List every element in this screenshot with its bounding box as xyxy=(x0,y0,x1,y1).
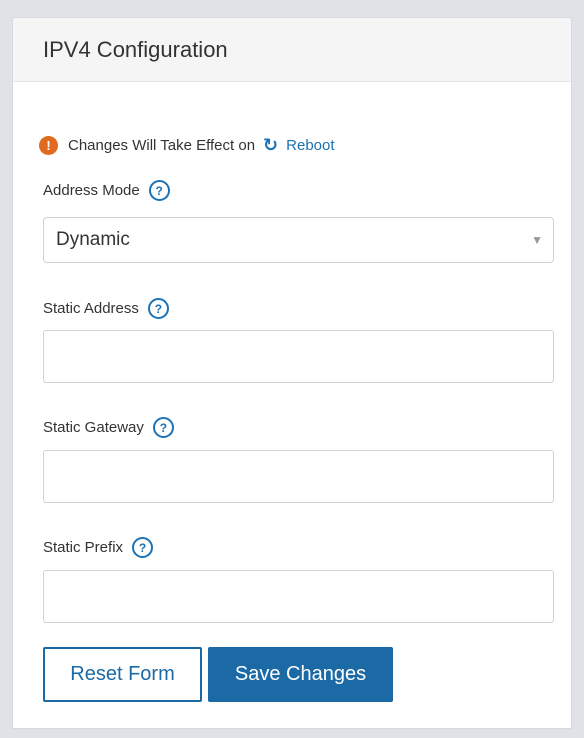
reboot-notice: ! Changes Will Take Effect on ↻ Reboot xyxy=(39,135,335,156)
static-gateway-help-icon[interactable]: ? xyxy=(152,417,174,438)
chevron-down-icon: ▼ xyxy=(531,233,543,247)
address-mode-select[interactable]: Dynamic ▼ xyxy=(43,217,554,263)
warning-icon: ! xyxy=(39,136,58,155)
static-prefix-help-icon[interactable]: ? xyxy=(132,537,154,558)
panel-title: IPV4 Configuration xyxy=(43,36,228,62)
ipv4-config-panel: IPV4 Configuration ! Changes Will Take E… xyxy=(12,17,572,729)
address-mode-value: Dynamic xyxy=(56,229,130,250)
reset-form-button[interactable]: Reset Form xyxy=(43,647,202,702)
static-gateway-label-text: Static Gateway xyxy=(43,419,144,436)
static-prefix-input[interactable] xyxy=(43,570,554,623)
reboot-link[interactable]: Reboot xyxy=(286,137,334,154)
save-changes-button[interactable]: Save Changes xyxy=(208,647,393,702)
reboot-icon[interactable]: ↻ xyxy=(263,135,278,156)
static-address-label-text: Static Address xyxy=(43,300,139,317)
static-gateway-input[interactable] xyxy=(43,450,554,503)
address-mode-help-icon[interactable]: ? xyxy=(148,180,170,201)
static-address-label: Static Address ? xyxy=(43,298,169,319)
static-address-help-icon[interactable]: ? xyxy=(147,298,169,319)
static-address-input[interactable] xyxy=(43,330,554,383)
static-prefix-label-text: Static Prefix xyxy=(43,539,124,556)
address-mode-label: Address Mode ? xyxy=(43,180,170,201)
address-mode-label-text: Address Mode xyxy=(43,182,140,199)
static-gateway-label: Static Gateway ? xyxy=(43,417,174,438)
panel-header: IPV4 Configuration xyxy=(13,18,571,82)
static-prefix-label: Static Prefix ? xyxy=(43,537,154,558)
notice-text: Changes Will Take Effect on xyxy=(68,137,256,154)
